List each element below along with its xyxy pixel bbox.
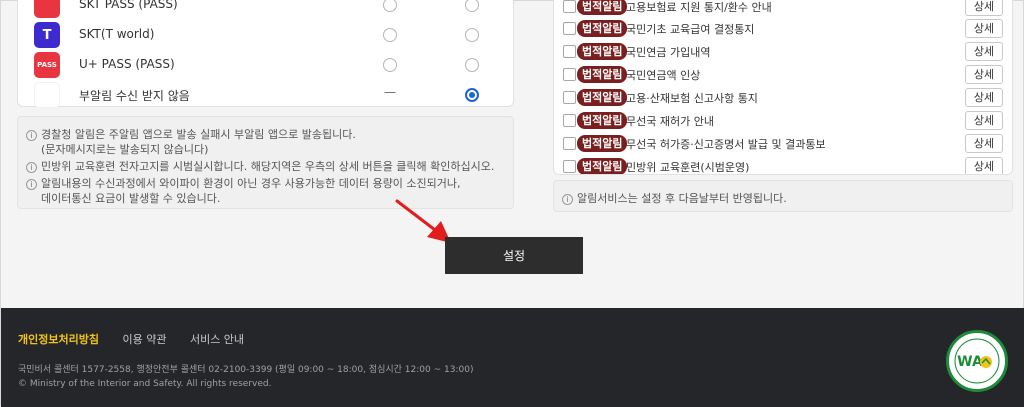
notice-text: 경찰청 알림은 주알림 앱으로 발송 실패시 부알림 앱으로 발송됩니다. xyxy=(41,128,356,141)
app-label: 부알림 수신 받지 않음 xyxy=(79,89,190,103)
law-title: 고용·산재보험 신고사항 통지 xyxy=(626,92,758,105)
law-badge: 법적알림 xyxy=(577,112,628,129)
secondary-radio-selected[interactable] xyxy=(465,88,479,102)
law-alert-list: 법적알림 고용보험료 지원 통지/환수 안내 상세 법적알림 국민기초 교육급여… xyxy=(553,0,1013,175)
primary-radio[interactable] xyxy=(383,0,397,12)
app-row-no-secondary[interactable]: 부알림 수신 받지 않음 — xyxy=(18,80,513,110)
secondary-radio[interactable] xyxy=(465,0,479,12)
notice-text: 민방위 교육훈련 전자고지를 시범실시합니다. 해당지역은 우측의 상세 버튼을… xyxy=(41,160,495,173)
info-icon: i xyxy=(26,129,37,141)
checkbox[interactable] xyxy=(563,0,576,13)
page: SKT PASS (PASS) T SKT(T world) PASS U+ P… xyxy=(0,0,1024,407)
checkbox[interactable] xyxy=(563,137,576,150)
law-badge: 법적알림 xyxy=(577,135,628,152)
checkbox[interactable] xyxy=(563,114,576,127)
checkbox[interactable] xyxy=(563,91,576,104)
app-selection-card: SKT PASS (PASS) T SKT(T world) PASS U+ P… xyxy=(17,0,514,110)
app-label: U+ PASS (PASS) xyxy=(79,57,175,71)
law-title: 국민기초 교육급여 결정통지 xyxy=(626,23,755,36)
law-title: 국민연금 가입내역 xyxy=(626,46,711,59)
list-item: 법적알림 국민연금액 인상 상세 xyxy=(554,65,1012,84)
secondary-radio[interactable] xyxy=(465,28,479,42)
primary-radio[interactable] xyxy=(383,58,397,72)
primary-radio[interactable] xyxy=(383,28,397,42)
law-title: 무선국 허가증·신고증명서 발급 및 결과통보 xyxy=(626,138,826,151)
law-badge: 법적알림 xyxy=(577,89,628,106)
info-icon: i xyxy=(26,161,37,173)
service-guide-link[interactable]: 서비스 안내 xyxy=(190,333,244,346)
t-world-icon: T xyxy=(34,22,60,48)
info-icon: i xyxy=(562,193,573,205)
list-item: 법적알림 무선국 재허가 안내 상세 xyxy=(554,111,1012,130)
list-item: 법적알림 고용·산재보험 신고사항 통지 상세 xyxy=(554,88,1012,107)
notice-text: 알림내용의 수신과정에서 와이파이 환경이 아닌 경우 사용가능한 데이터 용량… xyxy=(41,177,461,190)
app-row-skt-pass[interactable]: SKT PASS (PASS) xyxy=(18,0,513,20)
detail-button[interactable]: 상세 xyxy=(965,19,1003,38)
list-item: 법적알림 국민연금 가입내역 상세 xyxy=(554,42,1012,61)
law-title: 무선국 재허가 안내 xyxy=(626,115,714,128)
skt-pass-icon xyxy=(34,0,60,18)
law-badge: 법적알림 xyxy=(577,0,628,15)
notice-text: 알림서비스는 설정 후 다음날부터 반영됩니다. xyxy=(577,192,787,205)
law-badge: 법적알림 xyxy=(577,43,628,60)
app-label: SKT(T world) xyxy=(79,27,155,41)
app-row-t-world[interactable]: T SKT(T world) xyxy=(18,20,513,50)
notice-text: 데이터통신 요금이 발생할 수 있습니다. xyxy=(41,192,221,205)
checkbox[interactable] xyxy=(563,45,576,58)
footer: 개인정보처리방침 이용 약관 서비스 안내 국민비서 콜센터 1577-2558… xyxy=(1,308,1024,407)
wa-text: WA xyxy=(957,354,983,370)
secondary-radio[interactable] xyxy=(465,58,479,72)
settings-submit-button[interactable]: 설정 xyxy=(445,237,583,274)
privacy-policy-link[interactable]: 개인정보처리방침 xyxy=(18,333,99,346)
checkbox[interactable] xyxy=(563,22,576,35)
callcenter-info: 국민비서 콜센터 1577-2558, 행정안전부 콜센터 02-2100-33… xyxy=(18,365,474,375)
law-title: 고용보험료 지원 통지/환수 안내 xyxy=(626,1,772,14)
right-notice-box: i 알림서비스는 설정 후 다음날부터 반영됩니다. xyxy=(553,180,1013,212)
footer-links: 개인정보처리방침 이용 약관 서비스 안내 xyxy=(18,331,264,347)
checkbox[interactable] xyxy=(563,68,576,81)
uplus-pass-icon: PASS xyxy=(34,52,60,78)
list-item: 법적알림 국민기초 교육급여 결정통지 상세 xyxy=(554,19,1012,38)
law-badge: 법적알림 xyxy=(577,158,628,174)
detail-button[interactable]: 상세 xyxy=(965,42,1003,61)
detail-button[interactable]: 상세 xyxy=(965,157,1003,174)
checkbox[interactable] xyxy=(563,160,576,173)
law-badge: 법적알림 xyxy=(577,66,628,83)
terms-link[interactable]: 이용 약관 xyxy=(122,333,166,346)
info-icon: i xyxy=(26,178,37,190)
detail-button[interactable]: 상세 xyxy=(965,0,1003,16)
detail-button[interactable]: 상세 xyxy=(965,134,1003,153)
law-title: 국민연금액 인상 xyxy=(626,69,701,82)
detail-button[interactable]: 상세 xyxy=(965,88,1003,107)
dash-marker: — xyxy=(384,85,396,99)
list-item: 법적알림 민방위 교육훈련(시범운영) 상세 xyxy=(554,157,1012,174)
web-accessibility-mark-icon: WA xyxy=(946,330,1008,392)
left-notice-box: i 경찰청 알림은 주알림 앱으로 발송 실패시 부알림 앱으로 발송됩니다. (… xyxy=(17,116,514,209)
detail-button[interactable]: 상세 xyxy=(965,65,1003,84)
notice-text: (문자메시지로는 발송되지 않습니다) xyxy=(41,143,209,156)
list-item: 법적알림 무선국 허가증·신고증명서 발급 및 결과통보 상세 xyxy=(554,134,1012,153)
none-icon xyxy=(34,82,60,108)
law-badge: 법적알림 xyxy=(577,20,628,37)
list-item: 법적알림 고용보험료 지원 통지/환수 안내 상세 xyxy=(554,0,1012,16)
app-label: SKT PASS (PASS) xyxy=(79,0,178,11)
app-row-uplus-pass[interactable]: PASS U+ PASS (PASS) xyxy=(18,50,513,80)
detail-button[interactable]: 상세 xyxy=(965,111,1003,130)
copyright: © Ministry of the Interior and Safety. A… xyxy=(18,379,272,389)
law-title: 민방위 교육훈련(시범운영) xyxy=(626,161,750,174)
